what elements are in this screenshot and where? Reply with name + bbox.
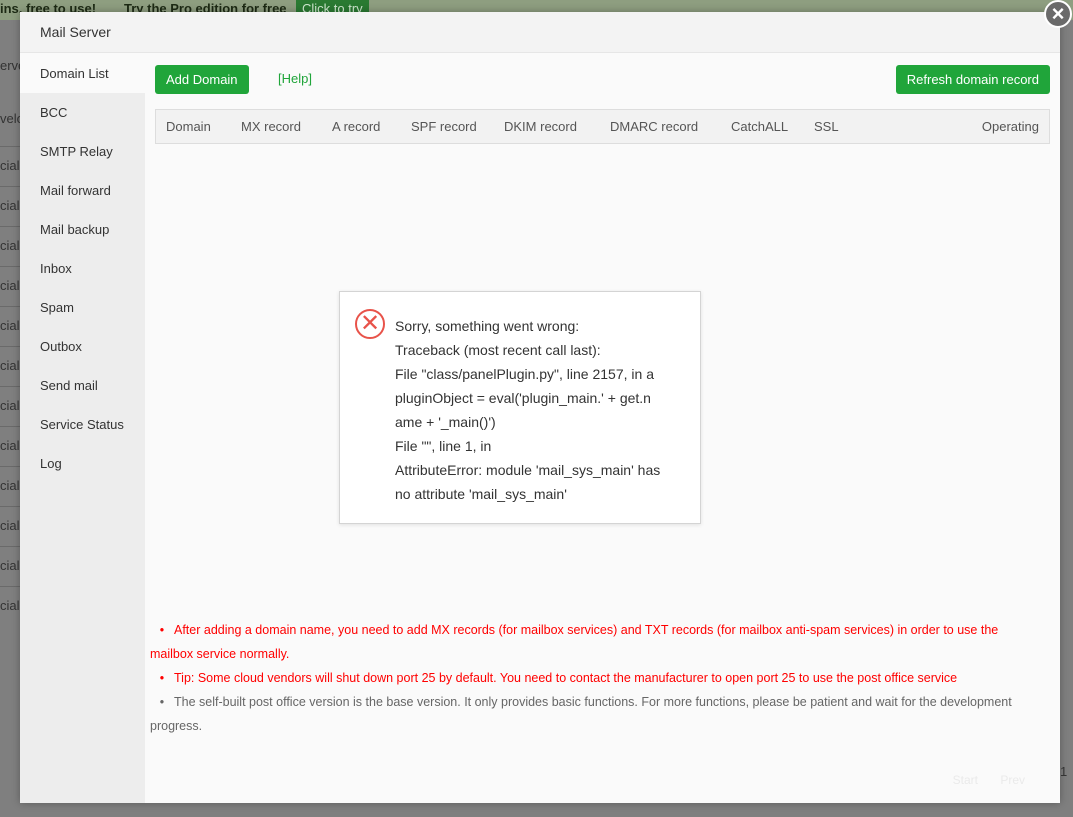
sidebar-item-inbox[interactable]: Inbox [20, 249, 145, 288]
background-fragment: cial [0, 478, 20, 493]
note-item: • After adding a domain name, you need to… [150, 623, 999, 661]
sidebar-item-domain-list[interactable]: Domain List [20, 54, 145, 93]
error-dialog: ✕ Sorry, something went wrong: Traceback… [339, 291, 701, 524]
sidebar: Domain List BCC SMTP Relay Mail forward … [20, 54, 145, 803]
note-text: Tip: Some cloud vendors will shut down p… [174, 671, 958, 685]
note-text: The self-built post office version is th… [150, 695, 1012, 733]
pagination-start[interactable]: Start [953, 773, 978, 787]
pagination-page[interactable]: 1 [1060, 764, 1073, 779]
column-spf-record: SPF record [411, 119, 477, 134]
add-domain-button[interactable]: Add Domain [155, 65, 249, 94]
background-fragment: velo [0, 111, 20, 126]
column-catchall: CatchALL [731, 119, 789, 134]
error-line: AttributeError: module 'mail_sys_main' h… [395, 462, 661, 478]
error-line: File "class/panelPlugin.py", line 2157, … [395, 366, 654, 382]
sidebar-item-service-status[interactable]: Service Status [20, 405, 145, 444]
sidebar-item-outbox[interactable]: Outbox [20, 327, 145, 366]
background-row-divider [0, 386, 20, 387]
background-fragment: cial [0, 598, 20, 613]
background-row-divider [0, 146, 20, 147]
error-line: Traceback (most recent call last): [395, 342, 601, 358]
error-line: pluginObject = eval('plugin_main.' + get… [395, 390, 651, 406]
modal-title: Mail Server [20, 12, 1060, 53]
background-row-divider [0, 466, 20, 467]
close-icon[interactable]: × [1044, 0, 1072, 28]
background-fragment: cial [0, 438, 20, 453]
background-row-divider [0, 346, 20, 347]
column-operating: Operating [981, 119, 1039, 134]
column-domain: Domain [166, 119, 211, 134]
error-line: File "", line 1, in [395, 438, 492, 454]
refresh-domain-record-button[interactable]: Refresh domain record [895, 65, 1050, 94]
background-row-divider [0, 226, 20, 227]
background-row-divider [0, 546, 20, 547]
background-fragment: cial [0, 398, 20, 413]
column-dkim-record: DKIM record [504, 119, 577, 134]
background-fragment: cial [0, 278, 20, 293]
column-mx-record: MX record [241, 119, 301, 134]
background-fragment: cial [0, 198, 20, 213]
background-row-divider [0, 306, 20, 307]
background-row-divider [0, 586, 20, 587]
column-ssl: SSL [814, 119, 839, 134]
background-row-divider [0, 266, 20, 267]
background-row-divider [0, 506, 20, 507]
error-circle-x-icon: ✕ [355, 309, 385, 339]
domain-table-header: Domain MX record A record SPF record DKI… [155, 109, 1050, 144]
sidebar-item-bcc[interactable]: BCC [20, 93, 145, 132]
notes-list: • After adding a domain name, you need to… [150, 618, 1030, 738]
note-item: • Tip: Some cloud vendors will shut down … [159, 671, 958, 685]
background-fragment: erver [0, 58, 20, 73]
background-fragment: cial [0, 558, 20, 573]
sidebar-item-send-mail[interactable]: Send mail [20, 366, 145, 405]
note-text: After adding a domain name, you need to … [150, 623, 999, 661]
pagination-prev[interactable]: Prev [1000, 773, 1025, 787]
sidebar-item-log[interactable]: Log [20, 444, 145, 483]
column-a-record: A record [332, 119, 381, 134]
background-fragment: cial [0, 518, 20, 533]
background-fragment: cial [0, 158, 20, 173]
error-message: Sorry, something went wrong: Traceback (… [395, 314, 695, 506]
sidebar-item-mail-forward[interactable]: Mail forward [20, 171, 145, 210]
error-line: Sorry, something went wrong: [395, 318, 580, 334]
background-row-divider [0, 186, 20, 187]
sidebar-item-spam[interactable]: Spam [20, 288, 145, 327]
error-line: no attribute 'mail_sys_main' [395, 486, 567, 502]
sidebar-item-mail-backup[interactable]: Mail backup [20, 210, 145, 249]
sidebar-item-smtp-relay[interactable]: SMTP Relay [20, 132, 145, 171]
error-line: ame + '_main()') [395, 414, 496, 430]
background-fragment: cial [0, 318, 20, 333]
note-item: • The self-built post office version is t… [150, 695, 1012, 733]
background-fragment: cial [0, 358, 20, 373]
column-dmarc-record: DMARC record [610, 119, 699, 134]
background-row-divider [0, 426, 20, 427]
help-link[interactable]: [Help] [278, 71, 312, 86]
background-fragment: cial [0, 238, 20, 253]
